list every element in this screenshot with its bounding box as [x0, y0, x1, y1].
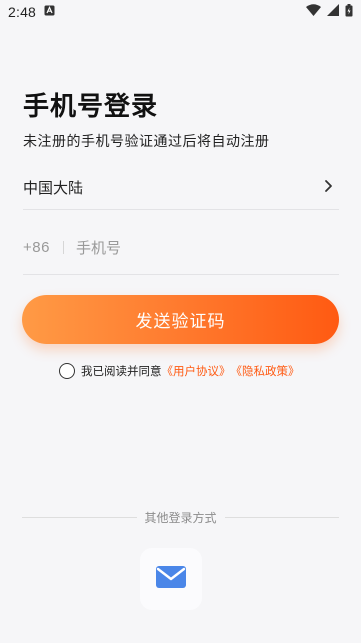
notification-icon [44, 5, 55, 20]
other-login-label: 其他登录方式 [144, 510, 217, 525]
status-right [306, 3, 353, 21]
page-title: 手机号登录 [23, 92, 159, 122]
other-login-divider: 其他登录方式 [22, 508, 340, 526]
status-bar: 2:48 [0, 0, 361, 24]
wifi-icon [306, 4, 321, 20]
status-left: 2:48 [8, 4, 55, 20]
region-selector[interactable]: 中国大陆 [23, 166, 339, 210]
battery-icon [345, 3, 353, 21]
divider-line-right [224, 516, 340, 518]
agreement-row: 我已阅读并同意 《用户协议》 《隐私政策》 [59, 363, 300, 379]
send-code-button[interactable]: 发送验证码 [22, 295, 339, 344]
page-subtitle: 未注册的手机号验证通过后将自动注册 [23, 134, 270, 150]
divider-line-left [22, 516, 137, 518]
signal-icon [327, 4, 339, 20]
phone-input[interactable] [75, 238, 339, 257]
privacy-policy-link[interactable]: 《隐私政策》 [231, 363, 300, 379]
agreement-prefix: 我已阅读并同意 [81, 364, 162, 378]
field-divider [62, 241, 64, 254]
chevron-right-icon [321, 178, 339, 197]
phone-row: +86 [23, 221, 339, 275]
mail-icon [156, 566, 186, 592]
country-code[interactable]: +86 [23, 239, 50, 256]
region-label: 中国大陆 [23, 179, 84, 197]
status-time: 2:48 [8, 4, 37, 20]
mail-login-button[interactable] [140, 548, 202, 610]
agree-checkbox[interactable] [59, 363, 75, 379]
user-agreement-link[interactable]: 《用户协议》 [162, 363, 231, 379]
